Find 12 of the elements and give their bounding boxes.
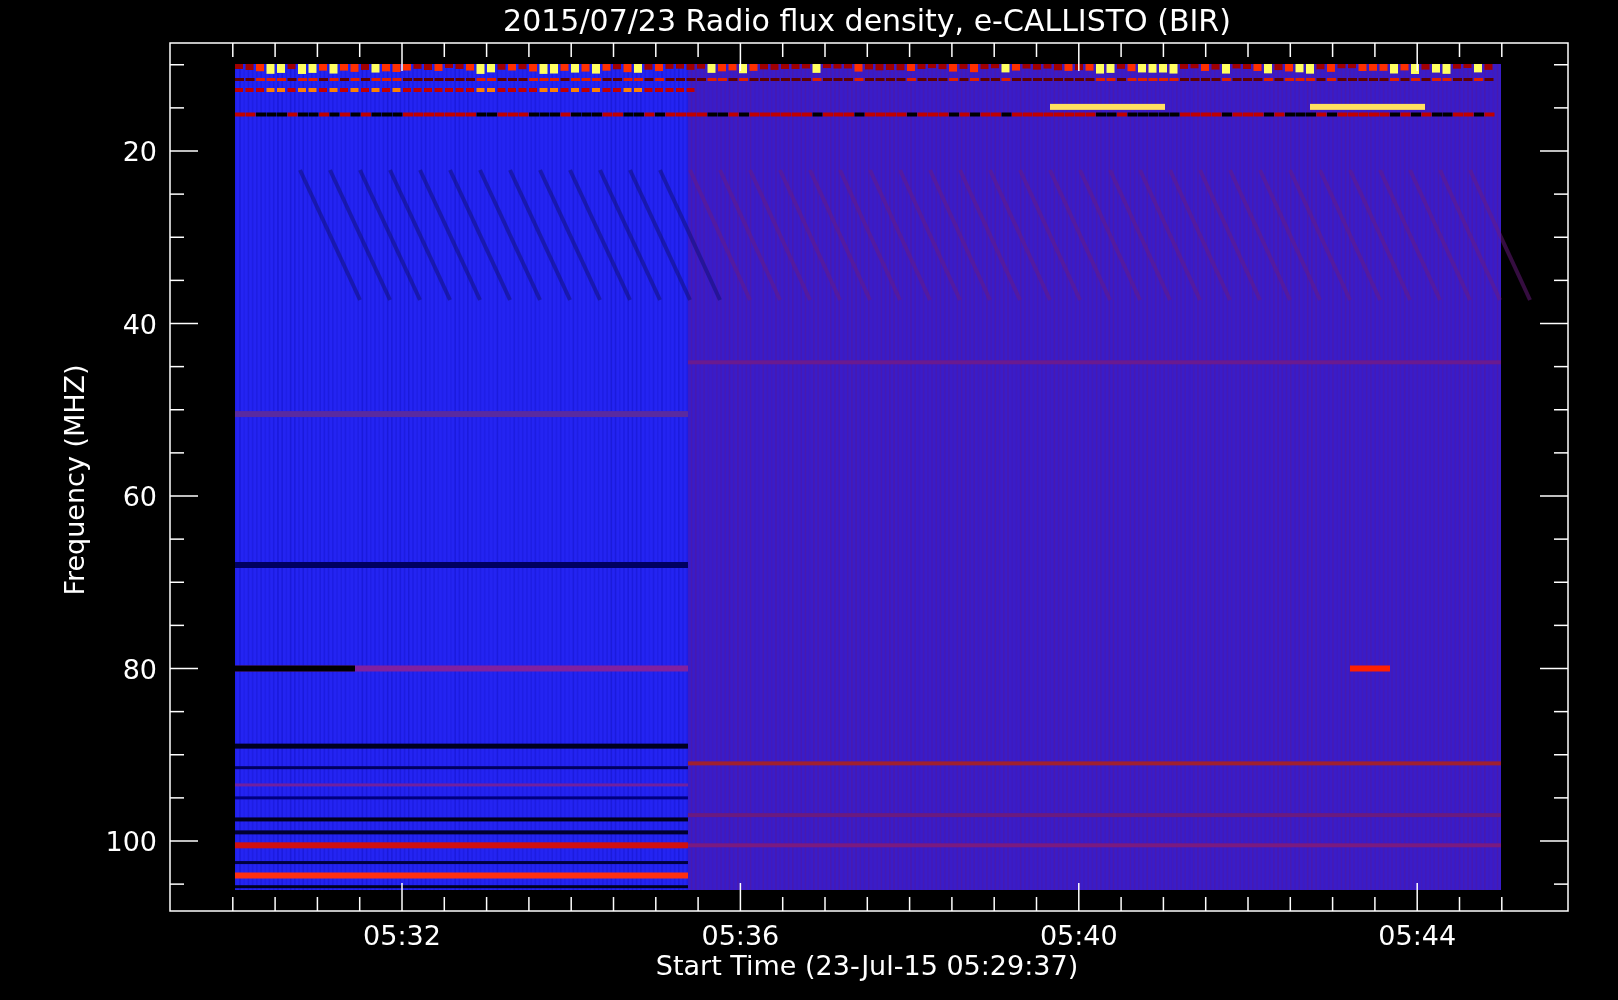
axis-title: Frequency (MHZ) xyxy=(59,364,90,596)
axis-tick-label: 05:32 xyxy=(363,920,441,951)
axis-tick-label: 05:36 xyxy=(701,920,780,951)
axis-tick-label: 05:40 xyxy=(1039,920,1118,951)
axis-tick-label: 40 xyxy=(122,308,157,340)
chart-title: 2015/07/23 Radio flux density, e-CALLISTO (BIR) xyxy=(503,3,1231,38)
axis-tick-label: 100 xyxy=(105,826,157,857)
axis-tick-label: 60 xyxy=(122,481,157,512)
axis-tick-label: 80 xyxy=(122,653,157,685)
axis-title: Start Time (23-Jul-15 05:29:37) xyxy=(655,950,1079,981)
axis-tick-label: 05:44 xyxy=(1378,920,1457,951)
axis-tick-label: 20 xyxy=(122,136,157,167)
